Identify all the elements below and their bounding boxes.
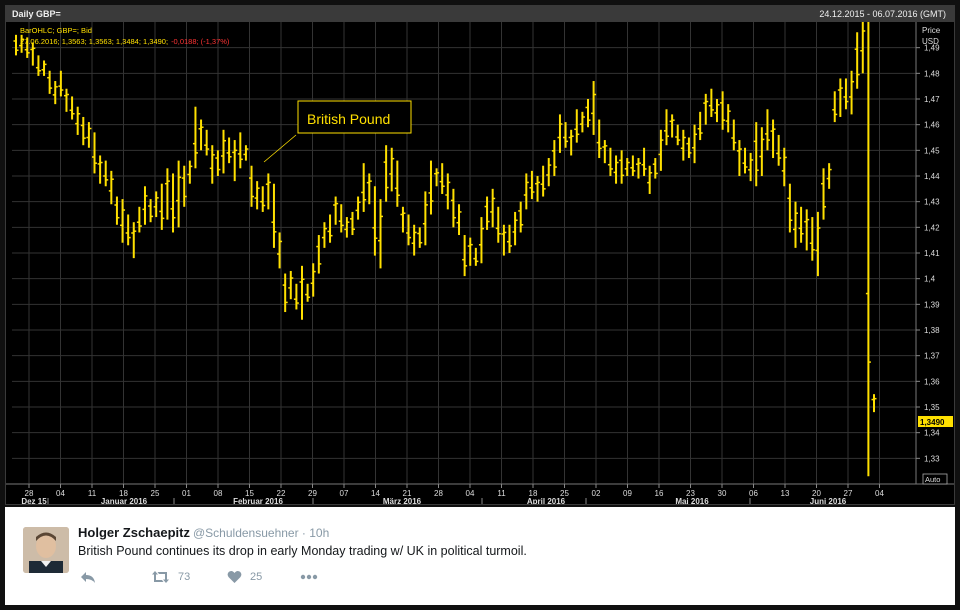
x-tick-label: 16 [655,489,664,498]
x-tick-label: 11 [497,489,506,498]
like-count: 25 [250,571,263,583]
chart-panel: Daily GBP= 24.12.2015 - 06.07.2016 (GMT)… [5,5,955,505]
y-tick-label: 1,45 [924,146,940,155]
legend-ohlc-values: 27.06.2016; 1,3563; 1,3563; 1,3484; 1,34… [20,37,168,46]
y-tick-label: 1,46 [924,121,940,130]
like-button[interactable]: 25 [227,569,262,585]
y-tick-label: 1,48 [924,69,940,78]
x-tick-label: 11 [88,489,97,498]
last-price-marker: 1,3490 [918,416,953,427]
tweet-card[interactable]: Holger Zschaepitz @Schuldensuehner · 10h… [5,507,955,605]
retweet-button[interactable]: 73 [151,569,190,585]
auto-label: Auto [925,475,940,484]
screenshot-frame: Daily GBP= 24.12.2015 - 06.07.2016 (GMT)… [0,0,960,610]
chart-header-title: Daily GBP= [12,9,61,19]
last-price-label: 1,3490 [920,418,945,427]
tweet-text: British Pound continues its drop in earl… [78,544,527,558]
month-label: Februar 2016 [233,497,283,504]
y-tick-label: 1,37 [924,352,940,361]
y-tick-label: 1,35 [924,403,940,412]
more-icon [300,574,318,580]
legend-line-1: BarOHLC; GBP=; Bid [20,26,92,35]
x-tick-label: 14 [371,489,380,498]
y-tick-label: 1,49 [924,44,940,53]
x-tick-label: 07 [340,489,349,498]
month-label: Dez 15 [21,497,47,504]
x-tick-label: 06 [749,489,758,498]
avatar[interactable] [23,527,69,573]
annotation-text: British Pound [307,111,390,127]
x-tick-label: 04 [875,489,884,498]
tweet-author-name[interactable]: Holger Zschaepitz [78,525,190,540]
x-tick-label: 30 [718,489,727,498]
retweet-count: 73 [178,571,191,583]
chart-header-range: 24.12.2015 - 06.07.2016 (GMT) [819,9,946,19]
tweet-author-handle[interactable]: @Schuldensuehner · 10h [193,526,329,540]
retweet-icon [152,571,169,583]
price-chart: BarOHLC; GBP=; Bid 27.06.2016; 1,3563; 1… [6,22,954,504]
chart-header: Daily GBP= 24.12.2015 - 06.07.2016 (GMT) [6,6,954,22]
month-label: Januar 2016 [101,497,148,504]
y-tick-label: 1,33 [924,454,940,463]
month-label: Juni 2016 [810,497,847,504]
x-tick-label: 29 [308,489,317,498]
y-tick-label: 1,38 [924,326,940,335]
legend-change: -0,0188; (-1,37%) [171,37,230,46]
x-tick-label: 13 [781,489,790,498]
x-tick-label: 04 [466,489,475,498]
reply-icon [81,572,95,583]
month-label: März 2016 [383,497,422,504]
y-tick-label: 1,34 [924,429,940,438]
reply-button[interactable] [80,569,96,585]
x-tick-label: 04 [56,489,65,498]
y-tick-label: 1,39 [924,300,940,309]
x-tick-label: 01 [182,489,191,498]
more-button[interactable] [300,569,318,585]
y-tick-label: 1,4 [924,275,936,284]
x-tick-label: 08 [214,489,223,498]
y-tick-label: 1,44 [924,172,940,181]
heart-icon [227,571,242,583]
y-tick-label: 1,41 [924,249,940,258]
y-tick-label: 1,47 [924,95,940,104]
x-tick-label: 28 [434,489,443,498]
x-tick-label: 02 [592,489,601,498]
month-label: Mai 2016 [675,497,709,504]
legend-line-2: 27.06.2016; 1,3563; 1,3563; 1,3484; 1,34… [20,37,230,46]
month-label: April 2016 [527,497,566,504]
y-tick-label: 1,36 [924,377,940,386]
auto-scale-button[interactable]: Auto [922,473,948,485]
y-axis-title-price: Price [922,26,941,35]
y-tick-label: 1,42 [924,223,940,232]
x-tick-label: 09 [623,489,632,498]
x-tick-label: 25 [151,489,160,498]
y-tick-label: 1,43 [924,198,940,207]
